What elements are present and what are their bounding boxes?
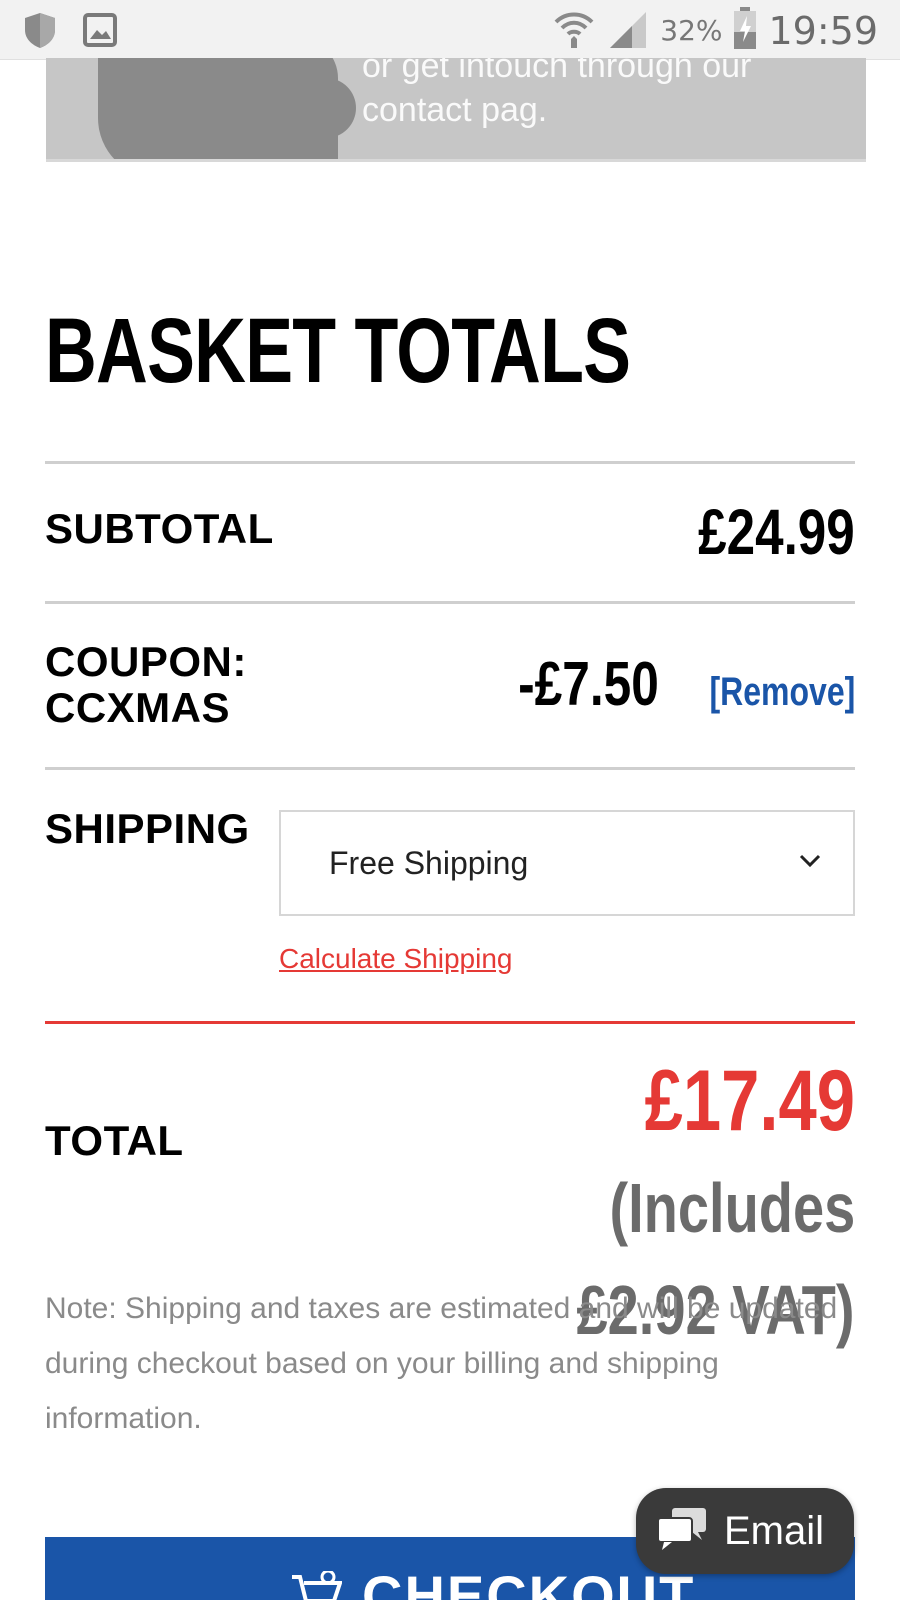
status-bar: 32% 19:59: [0, 0, 900, 60]
shipping-selected-value: Free Shipping: [329, 844, 529, 881]
total-value: £17.49: [644, 1053, 855, 1149]
total-label: TOTAL: [45, 1117, 184, 1164]
shipping-label: SHIPPING: [45, 805, 250, 852]
checkout-label: CHECKOUT: [362, 1564, 696, 1600]
chevron-down-icon: [797, 852, 823, 875]
contact-banner[interactable]: or get intouch through our contact pag.: [46, 58, 866, 162]
coupon-discount-value: -£7.50: [518, 650, 659, 719]
image-icon: [82, 12, 118, 53]
subtotal-label: SUBTOTAL: [45, 505, 274, 552]
divider: [45, 461, 855, 464]
signal-icon: [606, 6, 650, 55]
page-title: BASKET TOTALS: [45, 300, 631, 402]
calculate-shipping-link[interactable]: Calculate Shipping: [279, 943, 513, 975]
total-divider: [45, 1021, 855, 1024]
shipping-method-select[interactable]: Free Shipping: [279, 810, 855, 916]
battery-percent: 32%: [660, 14, 723, 47]
vat-note-line1: (Includes: [609, 1169, 855, 1247]
shield-icon: [20, 10, 60, 55]
email-chat-button[interactable]: Email: [636, 1488, 854, 1574]
coupon-label: COUPON: CCXMAS: [45, 639, 247, 731]
remove-coupon-link[interactable]: [Remove]: [709, 657, 855, 727]
basket-page: 32% 19:59 or get intouch through our con…: [0, 0, 900, 1600]
subtotal-value-wrap: £24.99: [659, 497, 855, 567]
email-label: Email: [724, 1508, 825, 1553]
coupon-value-wrap: -£7.50 [Remove]: [483, 650, 855, 727]
cart-icon: [290, 1569, 343, 1600]
chat-bubbles-icon: [654, 1506, 710, 1557]
divider: [45, 601, 855, 604]
coupon-code: CCXMAS: [45, 684, 231, 731]
subtotal-value: £24.99: [698, 496, 855, 568]
banner-illustration-part: [246, 78, 356, 138]
battery-charging-icon: [732, 6, 758, 55]
clock: 19:59: [768, 8, 878, 53]
coupon-label-line1: COUPON:: [45, 638, 247, 685]
wifi-icon: [552, 6, 596, 55]
divider: [45, 767, 855, 770]
shipping-tax-note: Note: Shipping and taxes are estimated a…: [45, 1292, 838, 1435]
banner-text: or get intouch through our contact pag.: [362, 58, 752, 129]
